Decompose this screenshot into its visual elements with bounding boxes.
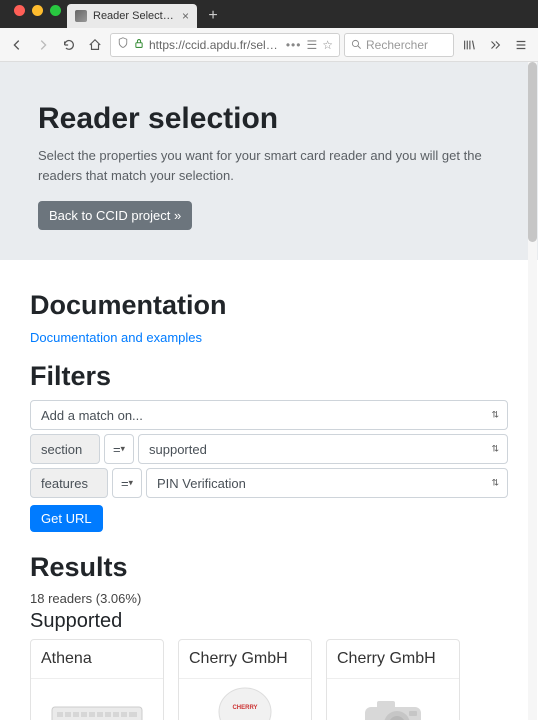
reader-mode-icon[interactable]: ☰ <box>306 38 317 52</box>
browser-tabbar: Reader Selection × + <box>0 0 538 28</box>
forward-button[interactable] <box>32 34 54 56</box>
reader-card[interactable]: Athena <box>30 639 164 720</box>
back-to-project-button[interactable]: Back to CCID project » <box>38 201 192 230</box>
filter-op-features[interactable]: = ▾ <box>112 468 142 498</box>
chevron-updown-icon: ⇅ <box>491 444 499 455</box>
filter-field-features[interactable]: features <box>30 468 108 498</box>
hamburger-icon <box>514 38 528 52</box>
chevron-updown-icon: ⇅ <box>491 410 499 421</box>
svg-text:CHERRY: CHERRY <box>232 705 257 711</box>
reader-cards-row: Athena Cherry GmbH <box>30 639 508 720</box>
camera-icon <box>327 679 459 720</box>
lock-icon[interactable] <box>134 38 144 52</box>
new-tab-button[interactable]: + <box>201 5 225 27</box>
reader-vendor: Cherry GmbH <box>179 640 311 679</box>
library-icon <box>462 38 476 52</box>
reload-button[interactable] <box>58 34 80 56</box>
page-title: Reader selection <box>38 102 500 136</box>
home-icon <box>88 38 102 52</box>
reader-device-icon: CHERRY <box>179 679 311 720</box>
chevron-down-icon: ▾ <box>128 478 133 489</box>
bookmark-star-icon[interactable]: ☆ <box>322 38 333 52</box>
arrow-right-icon <box>36 38 50 52</box>
keyboard-icon <box>31 679 163 720</box>
arrow-left-icon <box>10 38 24 52</box>
browser-toolbar: https://ccid.apdu.fr/select_readers/?s •… <box>0 28 538 62</box>
tab-favicon <box>75 10 87 22</box>
filter-field-label: section <box>41 442 82 457</box>
documentation-link[interactable]: Documentation and examples <box>30 330 202 345</box>
page-viewport: Reader selection Select the properties y… <box>0 62 538 720</box>
home-button[interactable] <box>84 34 106 56</box>
page-subtitle: Select the properties you want for your … <box>38 146 500 185</box>
library-button[interactable] <box>458 34 480 56</box>
add-match-placeholder: Add a match on... <box>41 408 143 423</box>
close-window-icon[interactable] <box>14 5 25 16</box>
scrollbar[interactable] <box>528 62 537 720</box>
search-placeholder: Rechercher <box>366 38 428 52</box>
get-url-button[interactable]: Get URL <box>30 505 103 532</box>
back-button[interactable] <box>6 34 28 56</box>
reader-card[interactable]: Cherry GmbH CHERRY <box>178 639 312 720</box>
reader-vendor: Cherry GmbH <box>327 640 459 679</box>
window-controls <box>8 0 67 28</box>
page-actions-icon[interactable]: ••• <box>286 38 302 52</box>
shield-icon[interactable] <box>117 37 129 52</box>
documentation-heading: Documentation <box>30 290 508 321</box>
filters-heading: Filters <box>30 361 508 392</box>
chevron-down-icon: ▾ <box>120 444 125 455</box>
filter-value-label: supported <box>149 442 207 457</box>
filter-value-features[interactable]: PIN Verification ⇅ <box>146 468 508 498</box>
browser-tab[interactable]: Reader Selection × <box>67 4 197 28</box>
add-match-select[interactable]: Add a match on... ⇅ <box>30 400 508 430</box>
close-tab-icon[interactable]: × <box>182 10 189 22</box>
minimize-window-icon[interactable] <box>32 5 43 16</box>
filter-field-section[interactable]: section <box>30 434 100 464</box>
url-bar[interactable]: https://ccid.apdu.fr/select_readers/?s •… <box>110 33 340 57</box>
scrollbar-thumb[interactable] <box>528 62 537 242</box>
tab-title: Reader Selection <box>93 10 176 22</box>
filter-op-section[interactable]: = ▾ <box>104 434 134 464</box>
results-group-heading: Supported <box>30 610 508 633</box>
results-heading: Results <box>30 552 508 583</box>
search-box[interactable]: Rechercher <box>344 33 454 57</box>
reload-icon <box>62 38 76 52</box>
menu-button[interactable] <box>510 34 532 56</box>
reader-vendor: Athena <box>31 640 163 679</box>
maximize-window-icon[interactable] <box>50 5 61 16</box>
search-icon <box>351 39 362 50</box>
filter-op-label: = <box>113 442 121 457</box>
url-text: https://ccid.apdu.fr/select_readers/?s <box>149 38 281 52</box>
results-count: 18 readers (3.06%) <box>30 591 508 606</box>
filters-block: Add a match on... ⇅ section = ▾ supporte… <box>30 400 508 532</box>
filter-value-section[interactable]: supported ⇅ <box>138 434 508 464</box>
chevron-double-right-icon <box>488 38 502 52</box>
filter-op-label: = <box>121 476 129 491</box>
hero-section: Reader selection Select the properties y… <box>0 62 538 260</box>
filter-value-label: PIN Verification <box>157 476 246 491</box>
chevron-updown-icon: ⇅ <box>491 478 499 489</box>
reader-card[interactable]: Cherry GmbH <box>326 639 460 720</box>
filter-field-label: features <box>41 476 88 491</box>
overflow-button[interactable] <box>484 34 506 56</box>
